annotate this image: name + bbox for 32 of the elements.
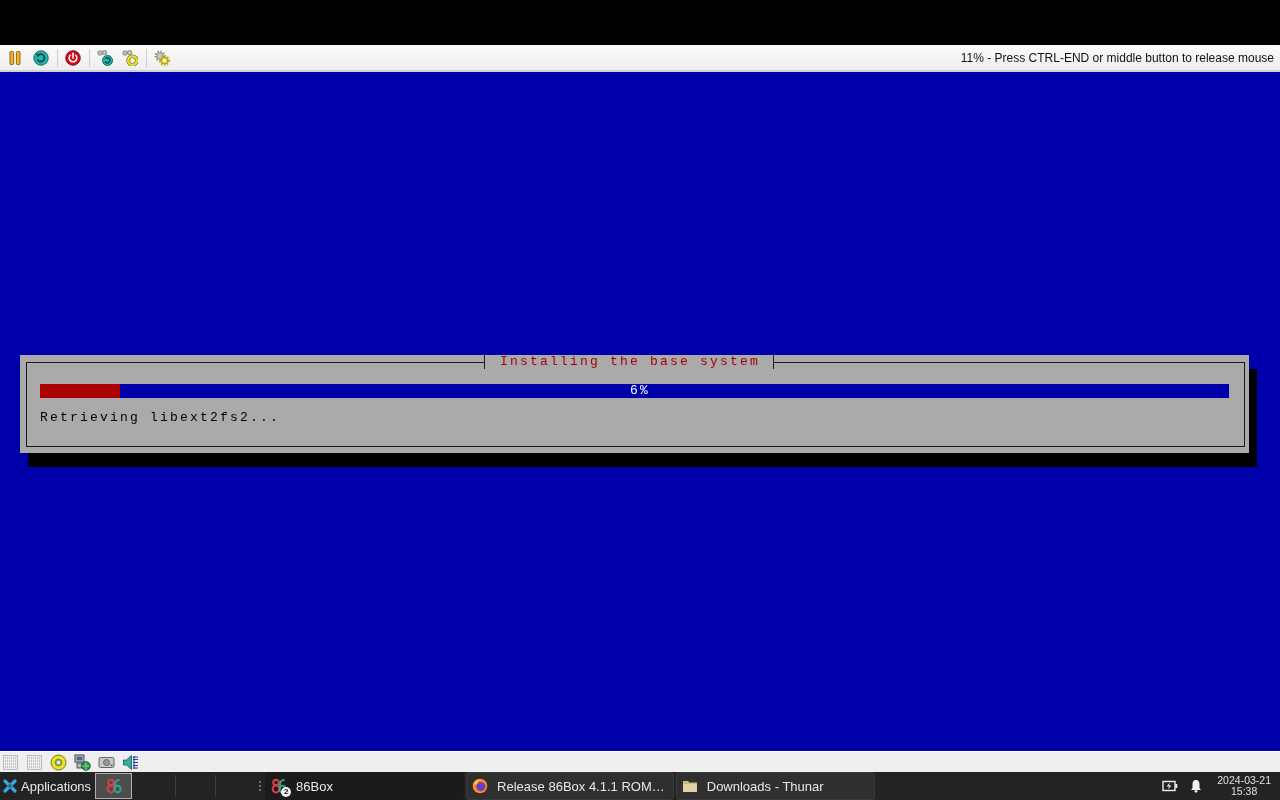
grip-icon[interactable] <box>258 780 263 792</box>
status-message: 11% - Press CTRL-END or middle button to release mouse <box>960 50 1274 65</box>
bell-icon[interactable] <box>1190 779 1203 793</box>
app-logo-icon <box>105 778 122 794</box>
dotted-square-icon[interactable] <box>26 753 43 771</box>
disc-icon[interactable] <box>50 753 67 771</box>
count-badge: 2 <box>281 787 292 797</box>
menu-logo-icon <box>2 778 18 794</box>
clock[interactable]: 2024-03-21 15:38 <box>1217 775 1271 797</box>
task-button[interactable]: 2 86Box <box>265 772 465 800</box>
dots-and-ring-icon[interactable] <box>122 49 138 66</box>
status-text: Retrieving libext2fs2... <box>40 411 281 425</box>
app-logo-icon <box>271 778 288 794</box>
dots-and-arrow-icon[interactable] <box>97 49 113 66</box>
dotted-square-icon[interactable] <box>2 753 19 771</box>
task-button[interactable]: Downloads - Thunar <box>675 772 875 800</box>
clock-time: 15:38 <box>1231 786 1258 797</box>
dialog-title: Installing the base system <box>499 355 760 369</box>
battery-icon[interactable] <box>1162 780 1179 792</box>
speaker-icon[interactable] <box>122 753 139 771</box>
pause-icon[interactable] <box>7 49 23 66</box>
refresh-icon[interactable] <box>33 49 49 66</box>
power-icon[interactable] <box>65 49 81 66</box>
settings-icon[interactable] <box>154 49 170 66</box>
applications-menu[interactable]: Applications <box>0 772 94 800</box>
launcher-button[interactable] <box>95 773 133 799</box>
network-icon[interactable] <box>74 753 91 771</box>
progress-percent: 6% <box>630 384 650 398</box>
folder-icon <box>681 778 698 794</box>
clock-date: 2024-03-21 <box>1217 775 1271 786</box>
task-button[interactable]: Release 86Box 4.1.1 ROM… <box>466 772 674 800</box>
browser-icon <box>472 778 489 794</box>
